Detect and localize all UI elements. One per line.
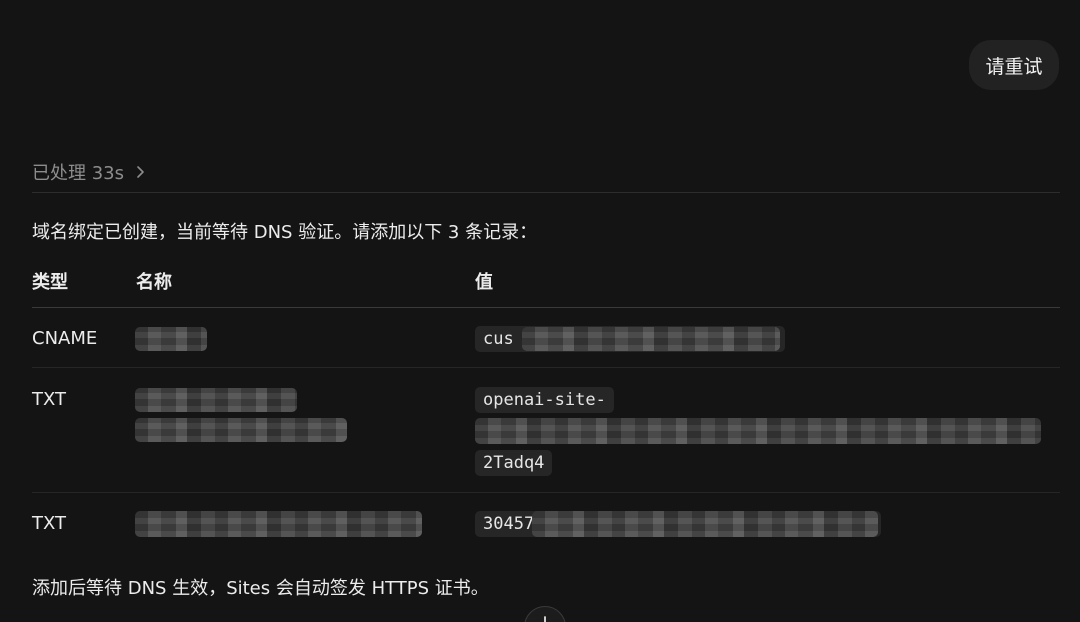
record-name-redacted: [135, 511, 422, 537]
record-name-redacted: [135, 327, 207, 351]
record-value-redacted: [532, 511, 878, 537]
record-name-redacted: [135, 388, 297, 412]
record-name-redacted: [135, 418, 347, 442]
chat-response: 请重试 已处理 33s 域名绑定已创建，当前等待 DNS 验证。请添加以下 3 …: [0, 0, 1080, 622]
record-type-txt: TXT: [32, 389, 67, 410]
row-divider: [32, 367, 1060, 368]
record-type-txt: TXT: [32, 513, 67, 534]
record-type-cname: CNAME: [32, 328, 98, 349]
record-value-visible: cus: [483, 329, 514, 349]
header-type: 类型: [32, 272, 68, 293]
divider: [32, 192, 1060, 193]
processed-toggle[interactable]: 已处理 33s: [32, 157, 148, 187]
row-divider: [32, 492, 1060, 493]
record-value-redacted: [522, 327, 780, 351]
scroll-down-button[interactable]: [524, 606, 566, 622]
intro-text: 域名绑定已创建，当前等待 DNS 验证。请添加以下 3 条记录：: [32, 222, 538, 243]
record-value-redacted: [475, 418, 1041, 444]
record-value-line1[interactable]: openai-site-: [475, 387, 614, 413]
footer-text: 添加后等待 DNS 生效，Sites 会自动签发 HTTPS 证书。: [32, 578, 489, 599]
record-value-line3[interactable]: 2Tadq4: [475, 450, 553, 476]
chevron-right-icon: [134, 165, 148, 179]
retry-button[interactable]: 请重试: [969, 40, 1059, 90]
arrow-down-icon: [544, 616, 546, 622]
header-value: 值: [475, 272, 493, 293]
header-name: 名称: [136, 272, 172, 293]
record-value-visible: 30457: [483, 514, 535, 534]
table-header-divider: [32, 307, 1060, 308]
processed-label: 已处理 33s: [32, 163, 125, 184]
